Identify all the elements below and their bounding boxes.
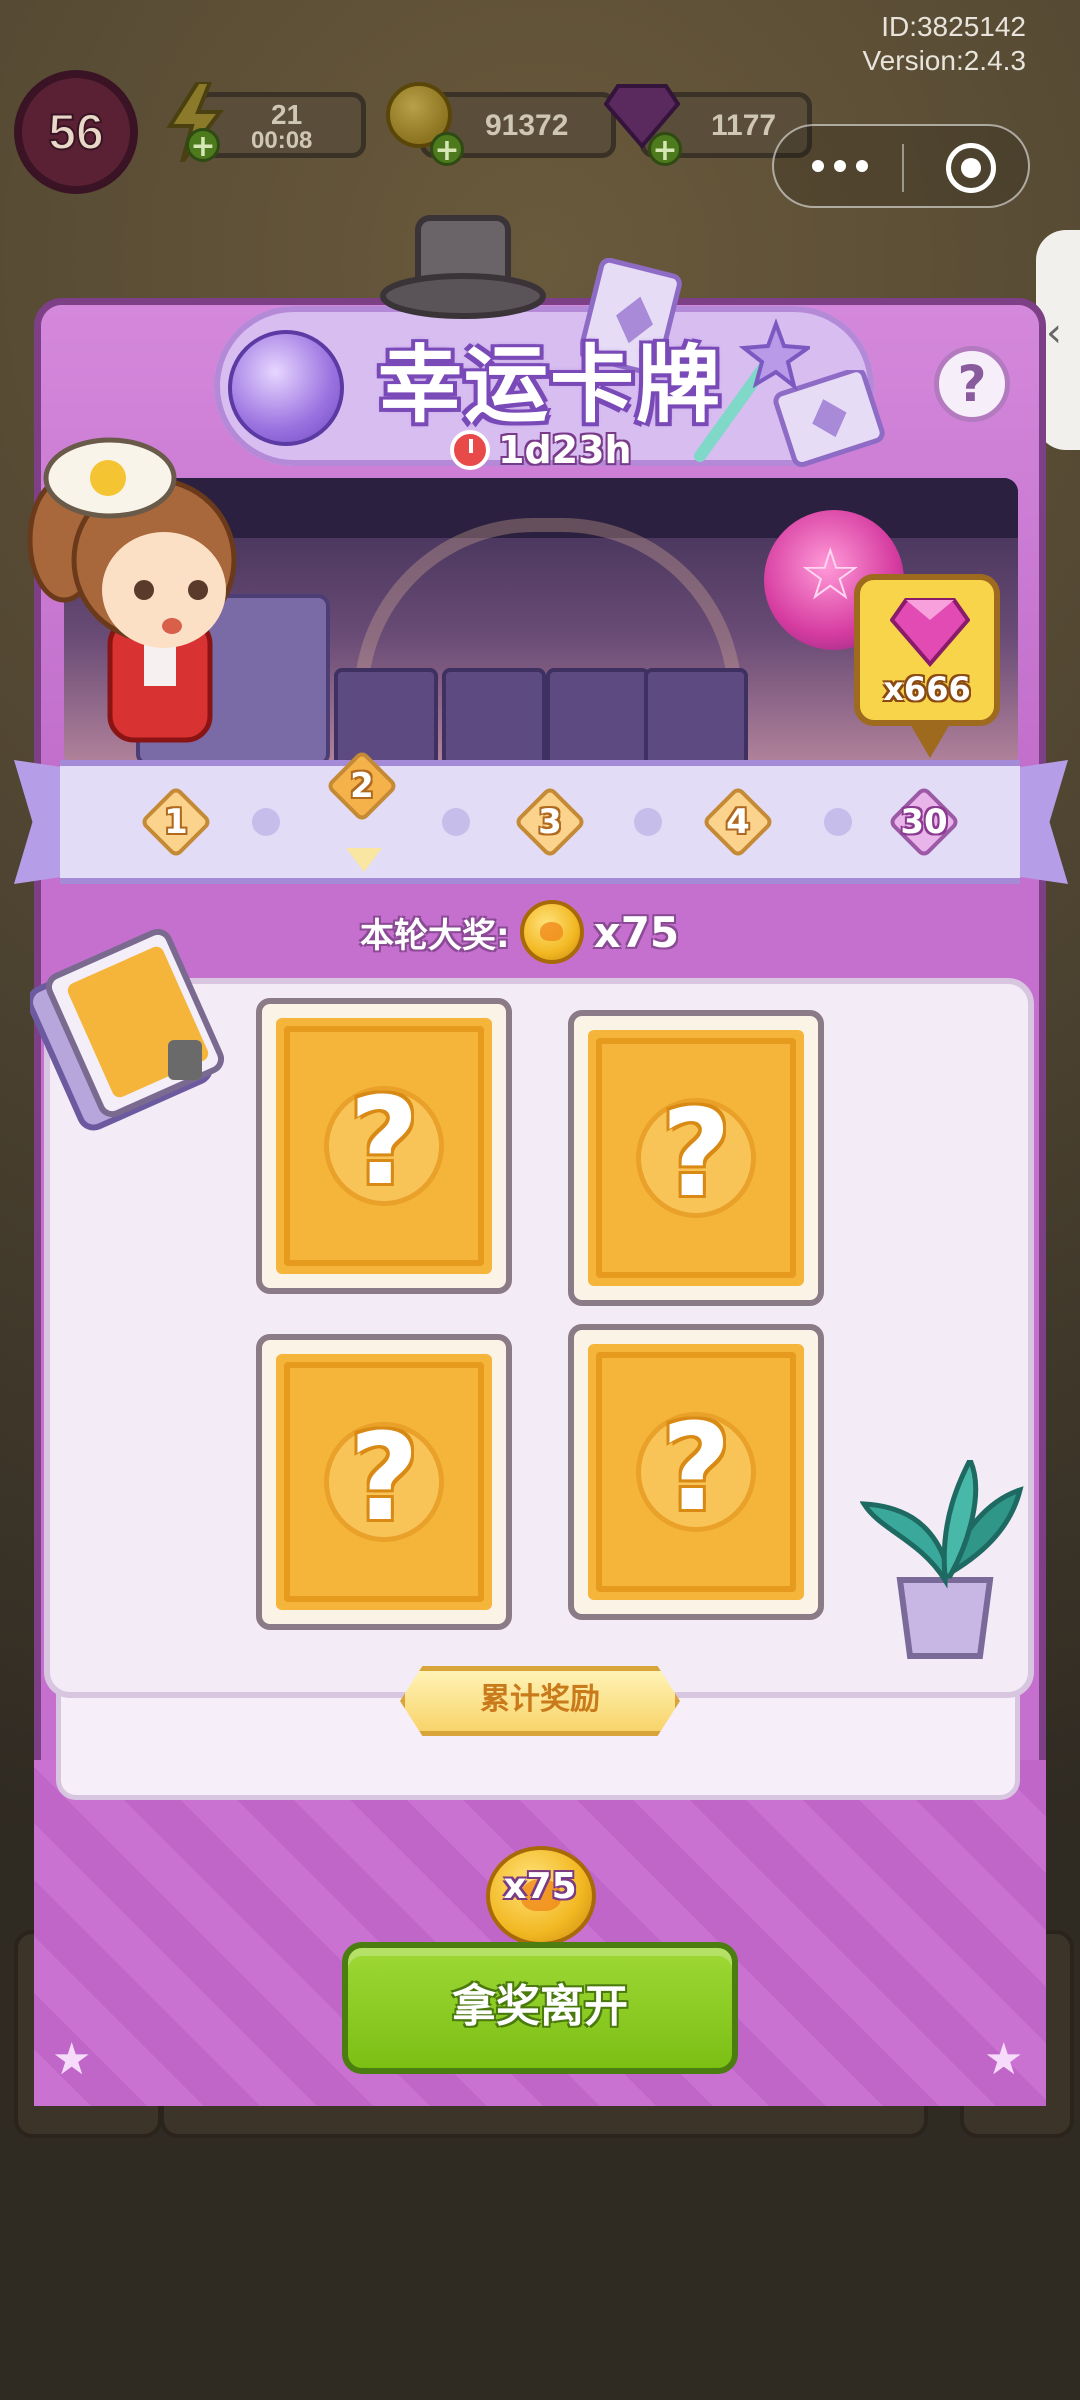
energy-timer: 00:08 xyxy=(251,127,313,154)
mystery-card[interactable]: ? xyxy=(256,998,512,1294)
coin-add-button[interactable]: + xyxy=(430,132,464,167)
star-icon: ★ xyxy=(52,2034,92,2085)
crystal-ball-icon xyxy=(228,330,344,446)
coin-value: 91372 xyxy=(485,109,569,142)
stage-card xyxy=(442,668,546,768)
stage-card xyxy=(546,668,650,768)
progress-node: 3 xyxy=(513,785,587,859)
grand-prize-label: 本轮大奖: xyxy=(360,915,510,956)
progress-node-label: 2 xyxy=(350,766,374,806)
magic-hat-icon xyxy=(378,212,548,322)
energy-add-button[interactable]: + xyxy=(186,128,220,163)
player-level-badge[interactable]: 56 xyxy=(14,70,138,194)
progress-node-label: 1 xyxy=(164,802,188,842)
progress-node-label: 30 xyxy=(900,802,948,842)
player-character xyxy=(14,430,250,760)
build-info: ID:3825142 Version:2.4.3 xyxy=(863,10,1026,78)
progress-node-current: 2 xyxy=(325,749,399,823)
gem-value: 1177 xyxy=(711,109,777,142)
event-timer: 1d23h xyxy=(450,428,632,472)
grand-prize: 本轮大奖: x75 xyxy=(360,900,679,964)
accumulated-rewards-button[interactable]: 累计奖励 xyxy=(400,1666,680,1736)
gem-icon xyxy=(889,594,971,668)
miniprogram-capsule xyxy=(772,124,1030,208)
question-mark: ? xyxy=(661,1399,731,1538)
mystery-card[interactable]: ? xyxy=(568,1010,824,1306)
chevron-left-icon: ‹ xyxy=(1046,310,1062,356)
claim-and-leave-button[interactable]: 拿奖离开 xyxy=(342,1942,738,2074)
close-miniprogram-icon[interactable] xyxy=(946,143,996,193)
question-mark: ? xyxy=(349,1073,419,1212)
progress-node-label: 4 xyxy=(726,802,750,842)
coin-icon xyxy=(519,900,584,964)
mystery-card[interactable]: ? xyxy=(256,1334,512,1630)
gem-reward-count: x666 xyxy=(883,670,971,708)
mystery-card[interactable]: ? xyxy=(568,1324,824,1620)
progress-dot xyxy=(634,808,662,836)
progress-dot xyxy=(252,808,280,836)
app-version: Version:2.4.3 xyxy=(862,45,1026,76)
current-round-pointer xyxy=(346,848,382,872)
question-mark: ? xyxy=(661,1085,731,1224)
card-holder-icon xyxy=(27,920,242,1140)
clock-icon xyxy=(450,430,490,470)
star-icon: ★ xyxy=(984,2034,1024,2085)
progress-node: 1 xyxy=(139,785,213,859)
timer-text: 1d23h xyxy=(498,428,632,472)
progress-dot xyxy=(442,808,470,836)
progress-node-final: 30 xyxy=(887,785,961,859)
help-button[interactable]: ? xyxy=(934,346,1010,422)
stage-card xyxy=(644,668,748,768)
potted-plant-icon xyxy=(859,1454,1030,1660)
event-title: 幸运卡牌 xyxy=(377,336,722,434)
more-options-icon[interactable] xyxy=(812,154,872,178)
player-level: 56 xyxy=(47,103,105,161)
grand-prize-count: x75 xyxy=(593,907,680,957)
progress-dot xyxy=(824,808,852,836)
accumulated-reward-count: x75 xyxy=(503,1866,577,1907)
capsule-divider xyxy=(902,144,904,192)
progress-node: 4 xyxy=(701,785,775,859)
progress-node-label: 3 xyxy=(538,802,562,842)
gem-add-button[interactable]: + xyxy=(648,132,682,167)
gem-reward-tag: x666 xyxy=(854,574,1000,758)
user-id: ID:3825142 xyxy=(881,11,1026,42)
question-mark: ? xyxy=(349,1409,419,1548)
